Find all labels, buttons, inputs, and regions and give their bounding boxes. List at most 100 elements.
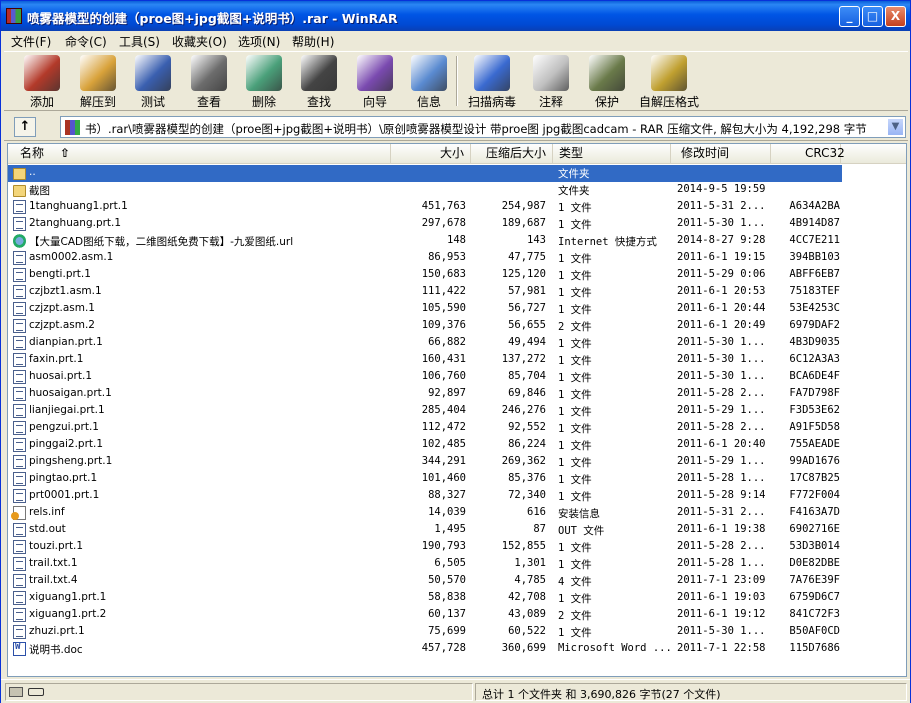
- file-type: 1 文件: [558, 338, 592, 350]
- address-dropdown-button[interactable]: ▼: [887, 118, 904, 136]
- file-crc32: 841C72F3: [789, 608, 840, 620]
- file-row[interactable]: rels.inf 14,039 616 安装信息 2011-5-31 2... F4163…: [8, 505, 906, 522]
- file-type: 1 文件: [558, 202, 592, 214]
- file-row[interactable]: xiguang1.prt.1 58,838 42,708 1 文件 2011-6-1 1…: [8, 590, 906, 607]
- menu-options[interactable]: 选项(N): [238, 33, 280, 50]
- file-type: 2 文件: [558, 321, 592, 333]
- toolbar-button-0[interactable]: 添加: [14, 54, 70, 110]
- maximize-button[interactable]: □: [862, 6, 883, 27]
- file-row[interactable]: bengti.prt.1 150,683 125,120 1 文件 2011-5-29 …: [8, 267, 906, 284]
- file-type: 1 文件: [558, 542, 592, 554]
- file-row[interactable]: 截图 文件夹 2014-9-5 19:59: [8, 182, 906, 199]
- file-row[interactable]: 1tanghuang1.prt.1 451,763 254,987 1 文件 2011-…: [8, 199, 906, 216]
- file-row[interactable]: czjzpt.asm.1 105,590 56,727 1 文件 2011-6-1 20…: [8, 301, 906, 318]
- file-size: 150,683: [421, 268, 466, 280]
- key-icon[interactable]: [28, 688, 44, 696]
- file-row[interactable]: huosai.prt.1 106,760 85,704 1 文件 2011-5-30 1…: [8, 369, 906, 386]
- file-packed-size: 57,981: [508, 285, 546, 297]
- file-row[interactable]: 【大量CAD图纸下载，二维图纸免费下载】-九爱图纸.url 148 143 Inter…: [8, 233, 906, 250]
- toolbar-button-5[interactable]: 查找: [291, 54, 347, 110]
- toolbar-button-4[interactable]: 删除: [236, 54, 292, 110]
- winrar-app-icon[interactable]: [6, 8, 22, 24]
- file-row[interactable]: zhuzi.prt.1 75,699 60,522 1 文件 2011-5-30 1..…: [8, 624, 906, 641]
- file-row[interactable]: pinggai2.prt.1 102,485 86,224 1 文件 2011-6-1 …: [8, 437, 906, 454]
- column-crc32[interactable]: CRC32: [771, 144, 845, 164]
- close-button[interactable]: X: [885, 6, 906, 27]
- toolbar-button-1[interactable]: 解压到: [70, 54, 126, 110]
- file-packed-size: 86,224: [508, 438, 546, 450]
- sort-ascending-icon: ⇧: [59, 146, 70, 160]
- toolbar-button-2[interactable]: 测试: [125, 54, 181, 110]
- file-type: 1 文件: [558, 627, 592, 639]
- file-row[interactable]: czjzpt.asm.2 109,376 56,655 2 文件 2011-6-1 20…: [8, 318, 906, 335]
- menu-help[interactable]: 帮助(H): [292, 33, 334, 50]
- column-type[interactable]: 类型: [553, 144, 671, 164]
- file-crc32: 4B914D87: [789, 217, 840, 229]
- file-list[interactable]: 名称 ⇧ 大小 压缩后大小 类型 修改时间 CRC32 .. 文件夹 截图 文件夹 20…: [7, 143, 907, 677]
- column-size[interactable]: 大小: [391, 144, 471, 164]
- file-row[interactable]: 说明书.doc 457,728 360,699 Microsoft Word ... 2…: [8, 641, 906, 658]
- column-modified[interactable]: 修改时间: [671, 144, 771, 164]
- minimize-button[interactable]: _: [839, 6, 860, 27]
- file-size: 105,590: [421, 302, 466, 314]
- file-row[interactable]: prt0001.prt.1 88,327 72,340 1 文件 2011-5-28 9…: [8, 488, 906, 505]
- file-modified: 2011-5-31 2...: [677, 506, 766, 518]
- file-crc32: 75183TEF: [789, 285, 840, 297]
- file-row[interactable]: pengzui.prt.1 112,472 92,552 1 文件 2011-5-28 …: [8, 420, 906, 437]
- file-row[interactable]: 2tanghuang.prt.1 297,678 189,687 1 文件 2011-5…: [8, 216, 906, 233]
- drive-icon[interactable]: [9, 687, 23, 697]
- extract-folder-icon: [80, 55, 116, 91]
- file-crc32: 53D3B014: [789, 540, 840, 552]
- toolbar-button-3[interactable]: 查看: [181, 54, 237, 110]
- file-name: czjbzt1.asm.1: [29, 285, 102, 297]
- up-folder-button[interactable]: ↑: [14, 117, 36, 137]
- window-title: 喷雾器模型的创建（proe图+jpg截图+说明书）.rar - WinRAR: [27, 11, 398, 26]
- file-row[interactable]: pingtao.prt.1 101,460 85,376 1 文件 2011-5-28 …: [8, 471, 906, 488]
- file-modified: 2011-7-1 23:09: [677, 574, 766, 586]
- file-row[interactable]: asm0002.asm.1 86,953 47,775 1 文件 2011-6-1 19…: [8, 250, 906, 267]
- file-icon: [13, 336, 26, 350]
- file-row[interactable]: touzi.prt.1 190,793 152,855 1 文件 2011-5-28 2…: [8, 539, 906, 556]
- virus-scan-icon: [474, 55, 510, 91]
- menu-tools[interactable]: 工具(S): [119, 33, 160, 50]
- toolbar-button-7[interactable]: 信息: [401, 54, 457, 110]
- file-row[interactable]: faxin.prt.1 160,431 137,272 1 文件 2011-5-30 1…: [8, 352, 906, 369]
- file-row[interactable]: trail.txt.1 6,505 1,301 1 文件 2011-5-28 1... D…: [8, 556, 906, 573]
- file-row[interactable]: dianpian.prt.1 66,882 49,494 1 文件 2011-5-30 …: [8, 335, 906, 352]
- file-icon: [13, 455, 26, 469]
- column-packed[interactable]: 压缩后大小: [471, 144, 553, 164]
- file-row[interactable]: xiguang1.prt.2 60,137 43,089 2 文件 2011-6-1 1…: [8, 607, 906, 624]
- file-name: trail.txt.4: [29, 574, 78, 586]
- toolbar-button-11[interactable]: 自解压格式: [639, 54, 699, 110]
- file-row[interactable]: huosaigan.prt.1 92,897 69,846 1 文件 2011-5-28…: [8, 386, 906, 403]
- toolbar-button-9[interactable]: 注释: [523, 54, 579, 110]
- file-row[interactable]: std.out 1,495 87 OUT 文件 2011-6-1 19:38 690271…: [8, 522, 906, 539]
- sfx-books-icon: [651, 55, 687, 91]
- file-type: 1 文件: [558, 474, 592, 486]
- menu-commands[interactable]: 命令(C): [65, 33, 107, 50]
- title-bar[interactable]: 喷雾器模型的创建（proe图+jpg截图+说明书）.rar - WinRAR _…: [1, 1, 910, 31]
- file-modified: 2011-5-28 2...: [677, 421, 766, 433]
- file-size: 344,291: [421, 455, 466, 467]
- file-name: ..: [29, 166, 36, 178]
- file-row[interactable]: trail.txt.4 50,570 4,785 4 文件 2011-7-1 23:09…: [8, 573, 906, 590]
- toolbar-button-10[interactable]: 保护: [579, 54, 635, 110]
- file-size: 58,838: [428, 591, 466, 603]
- file-row[interactable]: czjbzt1.asm.1 111,422 57,981 1 文件 2011-6-1 2…: [8, 284, 906, 301]
- address-field[interactable]: 书）.rar\喷雾器模型的创建（proe图+jpg截图+说明书）\原创喷雾器模型…: [60, 116, 906, 138]
- file-row[interactable]: .. 文件夹: [8, 165, 906, 182]
- file-size: 6,505: [434, 557, 466, 569]
- file-name: 截图: [29, 185, 50, 197]
- file-row[interactable]: pingsheng.prt.1 344,291 269,362 1 文件 2011-5-…: [8, 454, 906, 471]
- file-modified: 2011-5-28 9:14: [677, 489, 766, 501]
- column-name[interactable]: 名称 ⇧: [8, 144, 391, 164]
- toolbar-button-8[interactable]: 扫描病毒: [464, 54, 520, 110]
- file-size: 102,485: [421, 438, 466, 450]
- menu-file[interactable]: 文件(F): [11, 33, 51, 50]
- file-type: 1 文件: [558, 559, 592, 571]
- file-name: 2tanghuang.prt.1: [29, 217, 122, 229]
- file-size: 297,678: [421, 217, 466, 229]
- file-row[interactable]: lianjiegai.prt.1 285,404 246,276 1 文件 2011-5…: [8, 403, 906, 420]
- menu-favorites[interactable]: 收藏夹(O): [172, 33, 227, 50]
- file-crc32: F4163A7D: [789, 506, 840, 518]
